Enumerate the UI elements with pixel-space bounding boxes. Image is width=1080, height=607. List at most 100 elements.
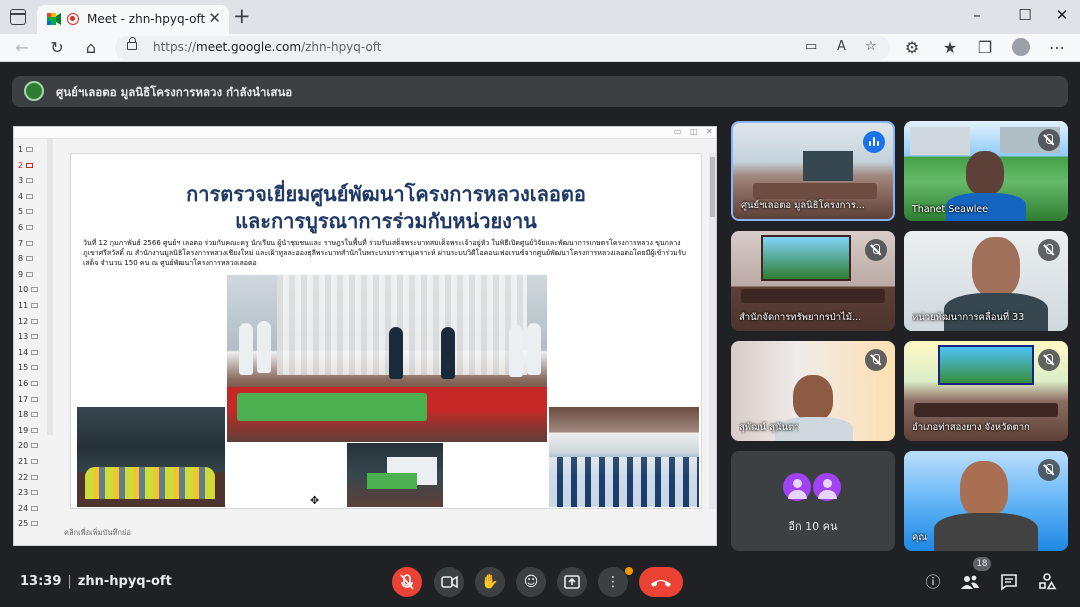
slide-canvas: การตรวจเยี่ยมศูนย์พัฒนาโครงการหลวงเลอตอ …: [70, 153, 702, 509]
reload-icon[interactable]: ↻: [47, 38, 67, 58]
tab-title: Meet - zhn-hpyq-oft: [87, 12, 206, 26]
sidebar-toggle-icon[interactable]: [10, 9, 26, 25]
clock-time: 13:39: [20, 574, 62, 589]
slide-thumbnail[interactable]: 8: [18, 254, 34, 263]
slide-thumbnail[interactable]: 14: [18, 348, 39, 357]
slide-thumbnail[interactable]: 24: [18, 504, 39, 513]
slide-number: 22: [18, 472, 29, 482]
meeting-info-button[interactable]: ⓘ: [921, 570, 945, 594]
info-icon: ⓘ: [925, 573, 941, 591]
presentation-stage[interactable]: ▭ ◫ ✕ 1 2 3 4 5 6 7 8 9 10 11 12 13 14 15 16 17 18 19 20 21 2…: [13, 126, 717, 546]
tile-icon: ◫: [690, 127, 698, 136]
slide-title-line2: และการบูรณาการร่วมกับหน่วยงาน: [235, 209, 537, 233]
participant-name: อำเภอท่าสองยาง จังหวัดตาก: [912, 422, 1030, 433]
slide-thumbnail[interactable]: 12: [18, 317, 39, 326]
slide-thumbnail[interactable]: 17: [18, 395, 39, 404]
speaker-notes-placeholder[interactable]: คลิกเพื่อเพิ่มบันทึกย่อ: [64, 527, 131, 539]
new-tab-button[interactable]: +: [233, 4, 251, 28]
slide-thumbnail[interactable]: 11: [18, 301, 39, 310]
slide-thumbnail[interactable]: 18: [18, 410, 39, 419]
minimize-icon[interactable]: –: [967, 6, 987, 24]
speaking-indicator-icon: [863, 131, 885, 153]
meet-favicon-icon: [47, 13, 61, 25]
camera-toggle-button[interactable]: [434, 567, 464, 597]
slide-photo-gathering: [77, 407, 225, 507]
raise-hand-button[interactable]: ✋: [475, 567, 505, 597]
participant-tile-lertor[interactable]: ศูนย์ฯเลอตอ มูลนิธิโครงการ...: [731, 121, 895, 221]
mouse-cursor-icon: ✥: [310, 494, 320, 507]
activities-icon: [1039, 573, 1057, 590]
tab-close-icon[interactable]: ✕: [208, 9, 221, 27]
avatar-icon: [781, 471, 813, 503]
participant-tile-forest[interactable]: สำนักจัดการทรัพยากรป่าไม้...: [731, 231, 895, 331]
mic-off-icon: [1038, 349, 1060, 371]
profile-avatar[interactable]: [1012, 38, 1030, 56]
browser-tab-meet[interactable]: Meet - zhn-hpyq-oft ✕: [37, 5, 229, 34]
slide-number: 11: [18, 301, 29, 310]
slide-thumbnail[interactable]: 4: [18, 192, 34, 201]
slide-thumbnail[interactable]: 16: [18, 379, 39, 388]
mic-toggle-button[interactable]: [392, 567, 422, 597]
slide-thumbnail[interactable]: 9: [18, 269, 34, 279]
presentation-window-bar: ▭ ◫ ✕: [14, 127, 716, 139]
slide-thumbnail[interactable]: 1: [18, 145, 34, 154]
slide-thumbnail[interactable]: 22: [18, 472, 39, 482]
participant-name: สุพัฒน์ สุนันตา: [739, 422, 800, 433]
slide-thumbnail[interactable]: 3: [18, 176, 34, 186]
activities-button[interactable]: [1035, 570, 1059, 594]
slide-thumbnail[interactable]: 23: [18, 488, 39, 497]
mic-off-icon: [1038, 239, 1060, 261]
slide-number: 20: [18, 441, 29, 451]
more-options-button[interactable]: ⋮: [598, 567, 628, 597]
people-button[interactable]: [958, 570, 982, 594]
slide-thumbnail[interactable]: 10: [18, 285, 39, 294]
participant-tile-self[interactable]: คุณ: [904, 451, 1068, 551]
participant-count-badge: 18: [973, 557, 991, 571]
participant-tile-others[interactable]: อีก 10 คน: [731, 451, 895, 551]
participant-tile-thasongyang[interactable]: อำเภอท่าสองยาง จังหวัดตาก: [904, 341, 1068, 441]
notification-dot-icon: [625, 567, 633, 575]
chat-button[interactable]: [997, 570, 1021, 594]
slide-thumbnail[interactable]: 15: [18, 363, 39, 373]
slide-scrollbar[interactable]: [709, 153, 716, 509]
camera-icon: [441, 575, 458, 589]
favorite-icon[interactable]: ☆: [865, 39, 877, 54]
slide-thumbnail[interactable]: 5: [18, 207, 34, 217]
address-bar[interactable]: https://meet.google.com/zhn-hpyq-oft ▭ A…: [115, 36, 890, 60]
maximize-icon[interactable]: ☐: [1015, 6, 1035, 24]
people-icon: [961, 575, 979, 589]
slide-thumbnail[interactable]: 20: [18, 441, 39, 451]
participant-tile-unit33[interactable]: หน่วยพัฒนาการคลื่อนที่ 33: [904, 231, 1068, 331]
slide-number: 5: [18, 207, 24, 217]
url-text: https://meet.google.com/zhn-hpyq-oft: [153, 40, 382, 54]
browser-menu-icon[interactable]: ⋯: [1047, 38, 1067, 58]
favorites-icon[interactable]: ★: [940, 38, 960, 58]
slide-number: 7: [18, 238, 24, 248]
end-call-icon: [651, 580, 671, 587]
slide-thumbnail[interactable]: 25: [18, 519, 39, 528]
slide-thumbnail[interactable]: 2: [18, 161, 34, 170]
home-icon[interactable]: ⌂: [81, 38, 101, 58]
read-aloud-icon[interactable]: A: [837, 39, 846, 54]
leave-call-button[interactable]: [639, 567, 683, 597]
raise-hand-icon: ✋: [481, 574, 499, 590]
slide-number: 15: [18, 363, 29, 373]
back-icon[interactable]: ←: [12, 38, 32, 58]
slide-number: 9: [18, 269, 24, 279]
camera-in-use-icon[interactable]: ▭: [805, 39, 817, 54]
slide-number: 3: [18, 176, 24, 186]
participant-tile-supat[interactable]: สุพัฒน์ สุนันตา: [731, 341, 895, 441]
participant-tile-thanet[interactable]: Thanet Seawlee: [904, 121, 1068, 221]
slide-thumbnail[interactable]: 13: [18, 332, 39, 341]
slide-thumbnail[interactable]: 21: [18, 457, 39, 466]
window-close-icon[interactable]: ✕: [1052, 6, 1072, 24]
reactions-button[interactable]: ☺: [516, 567, 546, 597]
mic-off-icon: [1038, 129, 1060, 151]
slide-thumbnail[interactable]: 6: [18, 223, 34, 232]
slide-thumbnail[interactable]: 19: [18, 426, 39, 435]
slide-thumbnail[interactable]: 7: [18, 238, 34, 248]
more-options-icon: ⋮: [606, 574, 620, 590]
collections-icon[interactable]: ❐: [975, 38, 995, 58]
present-screen-button[interactable]: [557, 567, 587, 597]
extensions-icon[interactable]: ⚙: [902, 38, 922, 58]
